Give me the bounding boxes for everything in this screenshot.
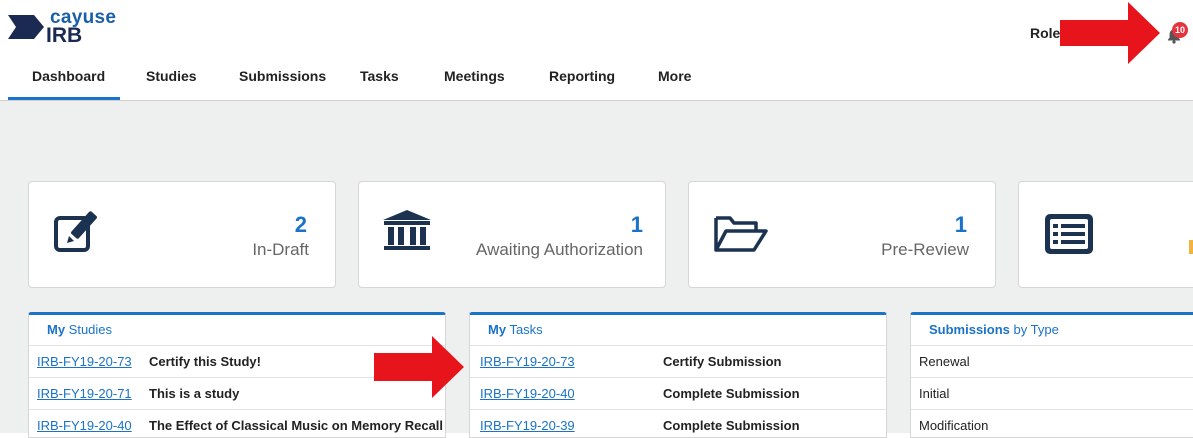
- edit-icon: [54, 211, 97, 252]
- notification-count-badge[interactable]: 10: [1172, 22, 1188, 38]
- study-title: The Effect of Classical Music on Memory …: [149, 418, 446, 433]
- submission-type-row[interactable]: Initial: [911, 378, 1193, 410]
- main-nav: Dashboard Studies Submissions Tasks Meet…: [0, 60, 1193, 101]
- study-title: This is a study: [149, 386, 240, 401]
- nav-submissions[interactable]: Submissions: [239, 68, 326, 84]
- logo-mark-icon: [8, 15, 44, 39]
- my-studies-title-rest: Studies: [65, 322, 113, 337]
- folder-icon: [714, 216, 768, 252]
- nav-tasks[interactable]: Tasks: [360, 68, 399, 84]
- logo-irb-text: IRB: [46, 24, 83, 47]
- submission-type-row[interactable]: Renewal: [911, 346, 1193, 378]
- study-link[interactable]: IRB-FY19-20-40: [37, 410, 132, 437]
- submission-type-label: Renewal: [919, 354, 970, 369]
- study-link[interactable]: IRB-FY19-20-73: [37, 346, 132, 377]
- submission-type-label: Modification: [919, 418, 989, 433]
- nav-studies[interactable]: Studies: [146, 68, 197, 84]
- my-tasks-title-rest: Tasks: [506, 322, 543, 337]
- task-link[interactable]: IRB-FY19-20-40: [480, 378, 575, 409]
- list-icon: [1045, 214, 1093, 254]
- my-studies-title-bold: My: [47, 322, 66, 337]
- active-tab-indicator: [8, 97, 120, 100]
- task-row: IRB-FY19-20-40 Complete Submission: [470, 378, 886, 410]
- card-in-draft[interactable]: 2 In-Draft: [28, 181, 336, 288]
- nav-more[interactable]: More: [658, 68, 691, 84]
- submissions-by-type-header: Submissions by Type: [911, 315, 1193, 346]
- nav-reporting[interactable]: Reporting: [549, 68, 615, 84]
- institution-icon: [383, 210, 431, 250]
- nav-meetings[interactable]: Meetings: [444, 68, 505, 84]
- my-tasks-panel: My Tasks IRB-FY19-20-73 Certify Submissi…: [469, 312, 887, 438]
- submissions-by-type-title-rest: by Type: [1009, 322, 1059, 337]
- in-draft-label: In-Draft: [252, 240, 309, 259]
- submission-type-row[interactable]: Modification: [911, 410, 1193, 437]
- pre-review-label: Pre-Review: [881, 240, 969, 259]
- cayuse-irb-logo[interactable]: cayuse IRB: [8, 7, 118, 48]
- task-link[interactable]: IRB-FY19-20-39: [480, 410, 575, 437]
- submission-type-label: Initial: [919, 386, 950, 401]
- task-name: Certify Submission: [663, 354, 782, 369]
- in-draft-count: 2: [294, 212, 307, 237]
- annotation-arrow-right-icon: [1060, 2, 1160, 64]
- top-bar: cayuse IRB Role: 10: [0, 0, 1193, 60]
- awaiting-authorization-label: Awaiting Authorization: [476, 240, 643, 259]
- study-row: IRB-FY19-20-40 The Effect of Classical M…: [29, 410, 446, 437]
- card-awaiting-authorization[interactable]: 1 Awaiting Authorization: [358, 181, 666, 288]
- partial-status-indicator: [1189, 240, 1193, 254]
- task-row: IRB-FY19-20-73 Certify Submission: [470, 346, 886, 378]
- study-title: Certify this Study!: [149, 354, 261, 369]
- submissions-by-type-title-bold: Submissions: [929, 322, 1010, 337]
- task-row: IRB-FY19-20-39 Complete Submission: [470, 410, 886, 437]
- card-pre-review[interactable]: 1 Pre-Review: [688, 181, 996, 288]
- nav-dashboard[interactable]: Dashboard: [32, 68, 105, 84]
- my-tasks-header: My Tasks: [470, 315, 886, 346]
- my-tasks-title-bold: My: [488, 322, 507, 337]
- annotation-arrow-right-icon: [374, 336, 464, 398]
- task-name: Complete Submission: [663, 418, 800, 433]
- card-partial[interactable]: [1018, 181, 1193, 288]
- study-link[interactable]: IRB-FY19-20-71: [37, 378, 132, 409]
- task-name: Complete Submission: [663, 386, 800, 401]
- submissions-by-type-panel: Submissions by Type Renewal Initial Modi…: [910, 312, 1193, 438]
- pre-review-count: 1: [954, 212, 967, 237]
- awaiting-authorization-count: 1: [630, 212, 643, 237]
- task-link[interactable]: IRB-FY19-20-73: [480, 346, 575, 377]
